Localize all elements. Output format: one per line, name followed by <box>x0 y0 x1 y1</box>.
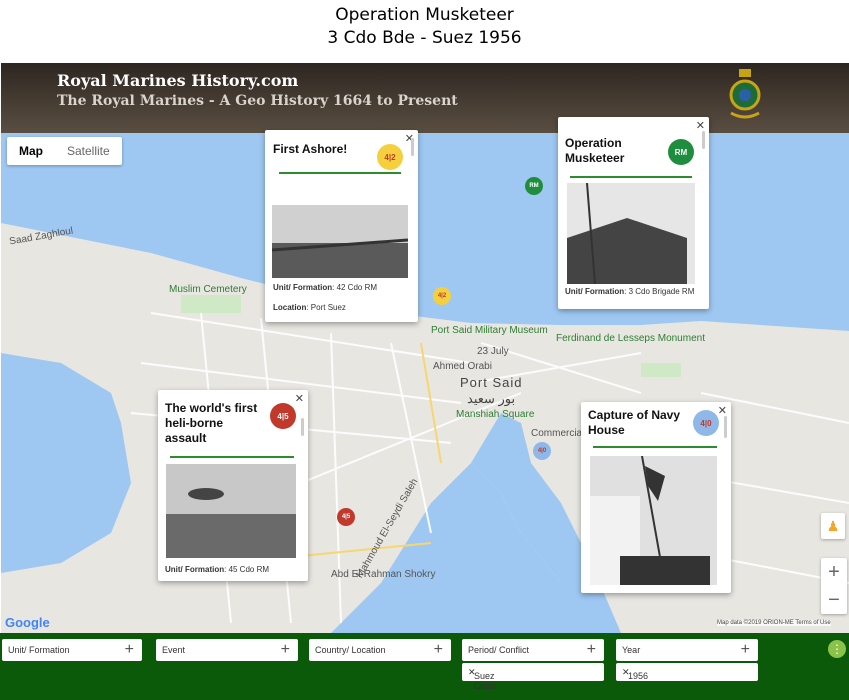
popup-unit: Unit/ Formation: 3 Cdo Brigade RM <box>565 287 695 296</box>
add-icon[interactable]: + <box>125 641 134 659</box>
popup-divider <box>593 446 717 448</box>
filter-event[interactable]: Event + <box>156 639 298 661</box>
filter-label: Year <box>622 645 641 655</box>
popup-first-ashore: ✕ First Ashore! 4|2 Unit/ Formation: 42 … <box>265 130 418 322</box>
filter-country-location[interactable]: Country/ Location + <box>309 639 451 661</box>
royal-marines-crest-icon <box>729 69 761 119</box>
popup-unit: Unit/ Formation: 45 Cdo RM <box>165 565 270 574</box>
pin-45-cdo[interactable]: 4|5 <box>337 508 355 526</box>
map-label-military-museum: Port Said Military Museum <box>431 325 548 336</box>
page-title: Operation Musketeer 3 Cdo Bde - Suez 195… <box>0 4 849 50</box>
zoom-control: + − <box>821 558 847 614</box>
site-banner: Royal Marines History.com The Royal Mari… <box>1 63 849 133</box>
45-cdo-badge-icon: 4|5 <box>270 403 296 429</box>
pin-42-cdo[interactable]: 4|2 <box>433 287 451 305</box>
add-icon[interactable]: + <box>281 641 290 659</box>
3-cdo-bde-badge-icon: RM <box>668 139 694 165</box>
map-attribution: Map data ©2019 ORION-ME Terms of Use <box>717 620 831 626</box>
filter-year[interactable]: Year + <box>616 639 758 661</box>
add-icon[interactable]: + <box>587 641 596 659</box>
map-label-port-said: Port Said <box>460 375 523 390</box>
popup-divider <box>279 172 401 174</box>
zoom-in-button[interactable]: + <box>821 558 847 586</box>
filter-bar: Unit/ Formation + Event + Country/ Locat… <box>0 633 849 700</box>
42-cdo-badge-icon: 4|2 <box>377 144 403 170</box>
popup-title: Capture of Navy House <box>588 408 681 437</box>
page-title-line-1: Operation Musketeer <box>335 5 514 25</box>
flag-raising-photo <box>590 456 717 585</box>
ship-photo <box>567 183 695 284</box>
chip-content: ✕ Suez Crisis <box>468 667 497 691</box>
zoom-out-button[interactable]: − <box>821 586 847 614</box>
more-options-icon[interactable]: ⋮ <box>828 640 846 658</box>
chip-suez-crisis[interactable]: ✕ Suez Crisis <box>462 663 604 691</box>
photo-image <box>590 456 717 585</box>
map-type-map-button[interactable]: Map <box>7 137 55 165</box>
popup-divider <box>570 176 692 178</box>
popup-scrollbar[interactable] <box>301 418 304 436</box>
filter-label: Unit/ Formation <box>8 645 70 655</box>
filter-period-conflict[interactable]: Period/ Conflict + <box>462 639 604 661</box>
filter-label: Country/ Location <box>315 645 386 655</box>
pin-40-cdo[interactable]: 4|0 <box>533 442 551 460</box>
popup-title: The world's first heli-borne assault <box>165 401 258 445</box>
map-label-lesseps: Ferdinand de Lesseps Monument <box>556 333 705 344</box>
popup-scrollbar[interactable] <box>411 138 414 156</box>
map-label-road-abd-el-rahman: Abd El-Rahman Shokry <box>331 569 436 580</box>
popup-scrollbar[interactable] <box>702 131 705 149</box>
close-icon[interactable]: ✕ <box>295 392 304 405</box>
terms-link[interactable]: Terms of Use <box>795 620 830 626</box>
google-logo[interactable]: Google <box>5 615 50 630</box>
map-type-satellite-button[interactable]: Satellite <box>55 137 122 165</box>
map-type-control: Map Satellite <box>7 137 122 165</box>
photo-image <box>166 464 296 558</box>
filter-label: Event <box>162 645 186 655</box>
map-canvas[interactable]: Royal Marines History.com The Royal Mari… <box>1 63 849 633</box>
filter-label: Period/ Conflict <box>468 645 530 655</box>
map-label-ahmed-orabi: Ahmed Orabi <box>433 361 492 372</box>
map-label-manshiah-square: Manshiah Square <box>456 409 535 420</box>
popup-capture-of-navy-house: ✕ Capture of Navy House 4|0 <box>581 402 731 593</box>
popup-operation-musketeer: ✕ Operation Musketeer RM Unit/ Formation… <box>558 117 709 309</box>
map-label-23-july: 23 July <box>477 346 509 357</box>
filter-unit-formation[interactable]: Unit/ Formation + <box>2 639 142 661</box>
chip-label: Suez Crisis <box>474 671 497 691</box>
popup-scrollbar[interactable] <box>724 416 727 438</box>
add-icon[interactable]: + <box>741 641 750 659</box>
chip-label: 1956 <box>628 671 649 681</box>
40-cdo-badge-icon: 4|0 <box>693 410 719 436</box>
pin-3-cdo-bde[interactable]: RM <box>525 177 543 195</box>
photo-image <box>272 205 408 278</box>
map-label-port-said-arabic: بور سعيد <box>467 391 516 406</box>
popup-divider <box>170 456 294 458</box>
helicopter-photo <box>166 464 296 558</box>
landing-photo <box>272 205 408 278</box>
map-label-muslim-cemetery: Muslim Cemetery <box>169 284 247 295</box>
popup-location: Location: Port Suez <box>273 303 346 312</box>
map-data-text: Map data ©2019 ORION-ME <box>717 620 794 626</box>
popup-heli-borne-assault: ✕ The world's first heli-borne assault 4… <box>158 390 308 581</box>
site-tagline: The Royal Marines - A Geo History 1664 t… <box>57 93 458 109</box>
popup-title: First Ashore! <box>273 142 348 156</box>
chip-content: ✕ 1956 <box>622 667 649 681</box>
page-title-line-2: 3 Cdo Bde - Suez 1956 <box>327 28 522 48</box>
add-icon[interactable]: + <box>434 641 443 659</box>
street-view-pegman-icon[interactable]: ♟ <box>821 513 845 539</box>
chip-1956[interactable]: ✕ 1956 <box>616 663 758 681</box>
photo-image <box>567 183 695 284</box>
popup-title: Operation Musketeer <box>565 136 625 165</box>
site-name[interactable]: Royal Marines History.com <box>57 71 298 90</box>
popup-unit: Unit/ Formation: 42 Cdo RM <box>273 283 378 292</box>
